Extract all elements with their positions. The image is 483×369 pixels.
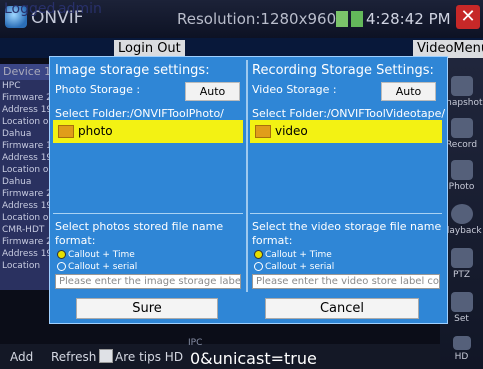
photo-option-serial[interactable]: Callout + serial [57,262,137,272]
device-row[interactable]: Location [0,260,52,272]
hd-icon [452,336,471,350]
folder-icon [58,125,74,138]
folder-icon [255,125,271,138]
radio-icon [57,262,66,271]
video-folder-path: Select Folder:/ONVIFToolVideotape/ [252,107,446,120]
photo-format-label-2: format: [55,234,96,247]
settings-icon [450,292,473,312]
settings-label: Set [454,314,469,324]
device-row[interactable]: Firmware 2 [0,188,52,200]
clock: 4:28:42 PM [366,10,451,28]
device-row[interactable]: Dahua [0,128,52,140]
video-option-time-label: Callout + Time [265,250,332,260]
separator [250,213,442,214]
video-folder-item[interactable]: video [250,120,442,143]
device-row[interactable]: Location o [0,116,52,128]
play-icon [450,204,473,224]
wifi-icon [351,11,363,27]
photo-folder-name: photo [78,124,113,138]
photo-label: Photo [448,182,475,192]
dialog-divider [246,60,248,292]
camera-icon [450,76,473,96]
video-auto-button[interactable]: Auto [381,82,436,101]
radio-selected-icon [57,250,66,259]
image-settings-title: Image storage settings: [55,63,210,78]
sim-icon [336,11,348,27]
video-option-time[interactable]: Callout + Time [254,250,332,260]
recording-settings-title: Recording Storage Settings: [252,63,434,78]
video-label-input[interactable]: Please enter the video store label conte… [252,274,440,289]
device-row[interactable]: Firmware 1 [0,140,52,152]
video-storage-label: Video Storage : [252,83,337,96]
tab-admin[interactable]: admin [58,1,102,17]
ptz-icon [450,248,473,268]
record-label: Record [445,140,478,150]
device-row[interactable]: Location o [0,212,52,224]
separator [53,213,243,214]
radio-icon [254,262,263,271]
hd-label: HD [454,352,469,362]
device-row[interactable]: Location o [0,164,52,176]
video-option-serial-label: Callout + serial [265,262,335,272]
photo-format-label: Select photos stored file name [55,220,224,233]
close-icon[interactable]: ✕ [456,5,480,29]
video-format-label-2: format: [252,234,293,247]
stream-url: 0&unicast=true [190,349,317,368]
photo-auto-button[interactable]: Auto [185,82,240,101]
photo-folder-path: Select Folder:/ONVIFToolPhoto/ [55,107,224,120]
photo-option-time[interactable]: Callout + Time [57,250,135,260]
device-row[interactable]: Firmware 2 [0,236,52,248]
device-row[interactable]: Dahua [0,176,52,188]
resolution-label: Resolution:1280x960 [177,10,337,28]
device-row[interactable]: Firmware 2 [0,92,52,104]
device-list[interactable]: HPC Firmware 2 Address 19 Location o Dah… [0,80,52,290]
device-row[interactable]: CMR-HDT [0,224,52,236]
device-list-header: Device 1 [0,64,55,80]
device-row[interactable]: HPC [0,80,52,92]
record-icon [450,118,473,138]
device-row[interactable]: Address 19 [0,248,52,260]
photo-folder-item[interactable]: photo [53,120,243,143]
ptz-label: PTZ [452,270,471,280]
tab-logged[interactable]: Logged [4,1,55,17]
toolbar [0,38,483,58]
photo-option-time-label: Callout + Time [68,250,135,260]
device-row[interactable]: Address 19 [0,152,52,164]
photo-label-input[interactable]: Please enter the image storage label [55,274,241,289]
photo-option-serial-label: Callout + serial [68,262,138,272]
add-button[interactable]: Add [10,350,33,364]
hd-button[interactable]: HD [440,336,483,362]
photo-storage-label: Photo Storage : [55,83,141,96]
tips-checkbox[interactable] [99,349,113,363]
url-label: IPC [188,338,203,348]
video-option-serial[interactable]: Callout + serial [254,262,334,272]
video-format-label: Select the video storage file name [252,220,442,233]
tips-label: Are tips HD [115,350,184,364]
photo-icon [450,160,473,180]
radio-selected-icon [254,250,263,259]
device-row[interactable]: Address 19 [0,104,52,116]
sure-button[interactable]: Sure [76,298,218,319]
cancel-button[interactable]: Cancel [265,298,419,319]
video-folder-name: video [275,124,308,138]
refresh-button[interactable]: Refresh [51,350,96,364]
device-row[interactable]: Address 19 [0,200,52,212]
